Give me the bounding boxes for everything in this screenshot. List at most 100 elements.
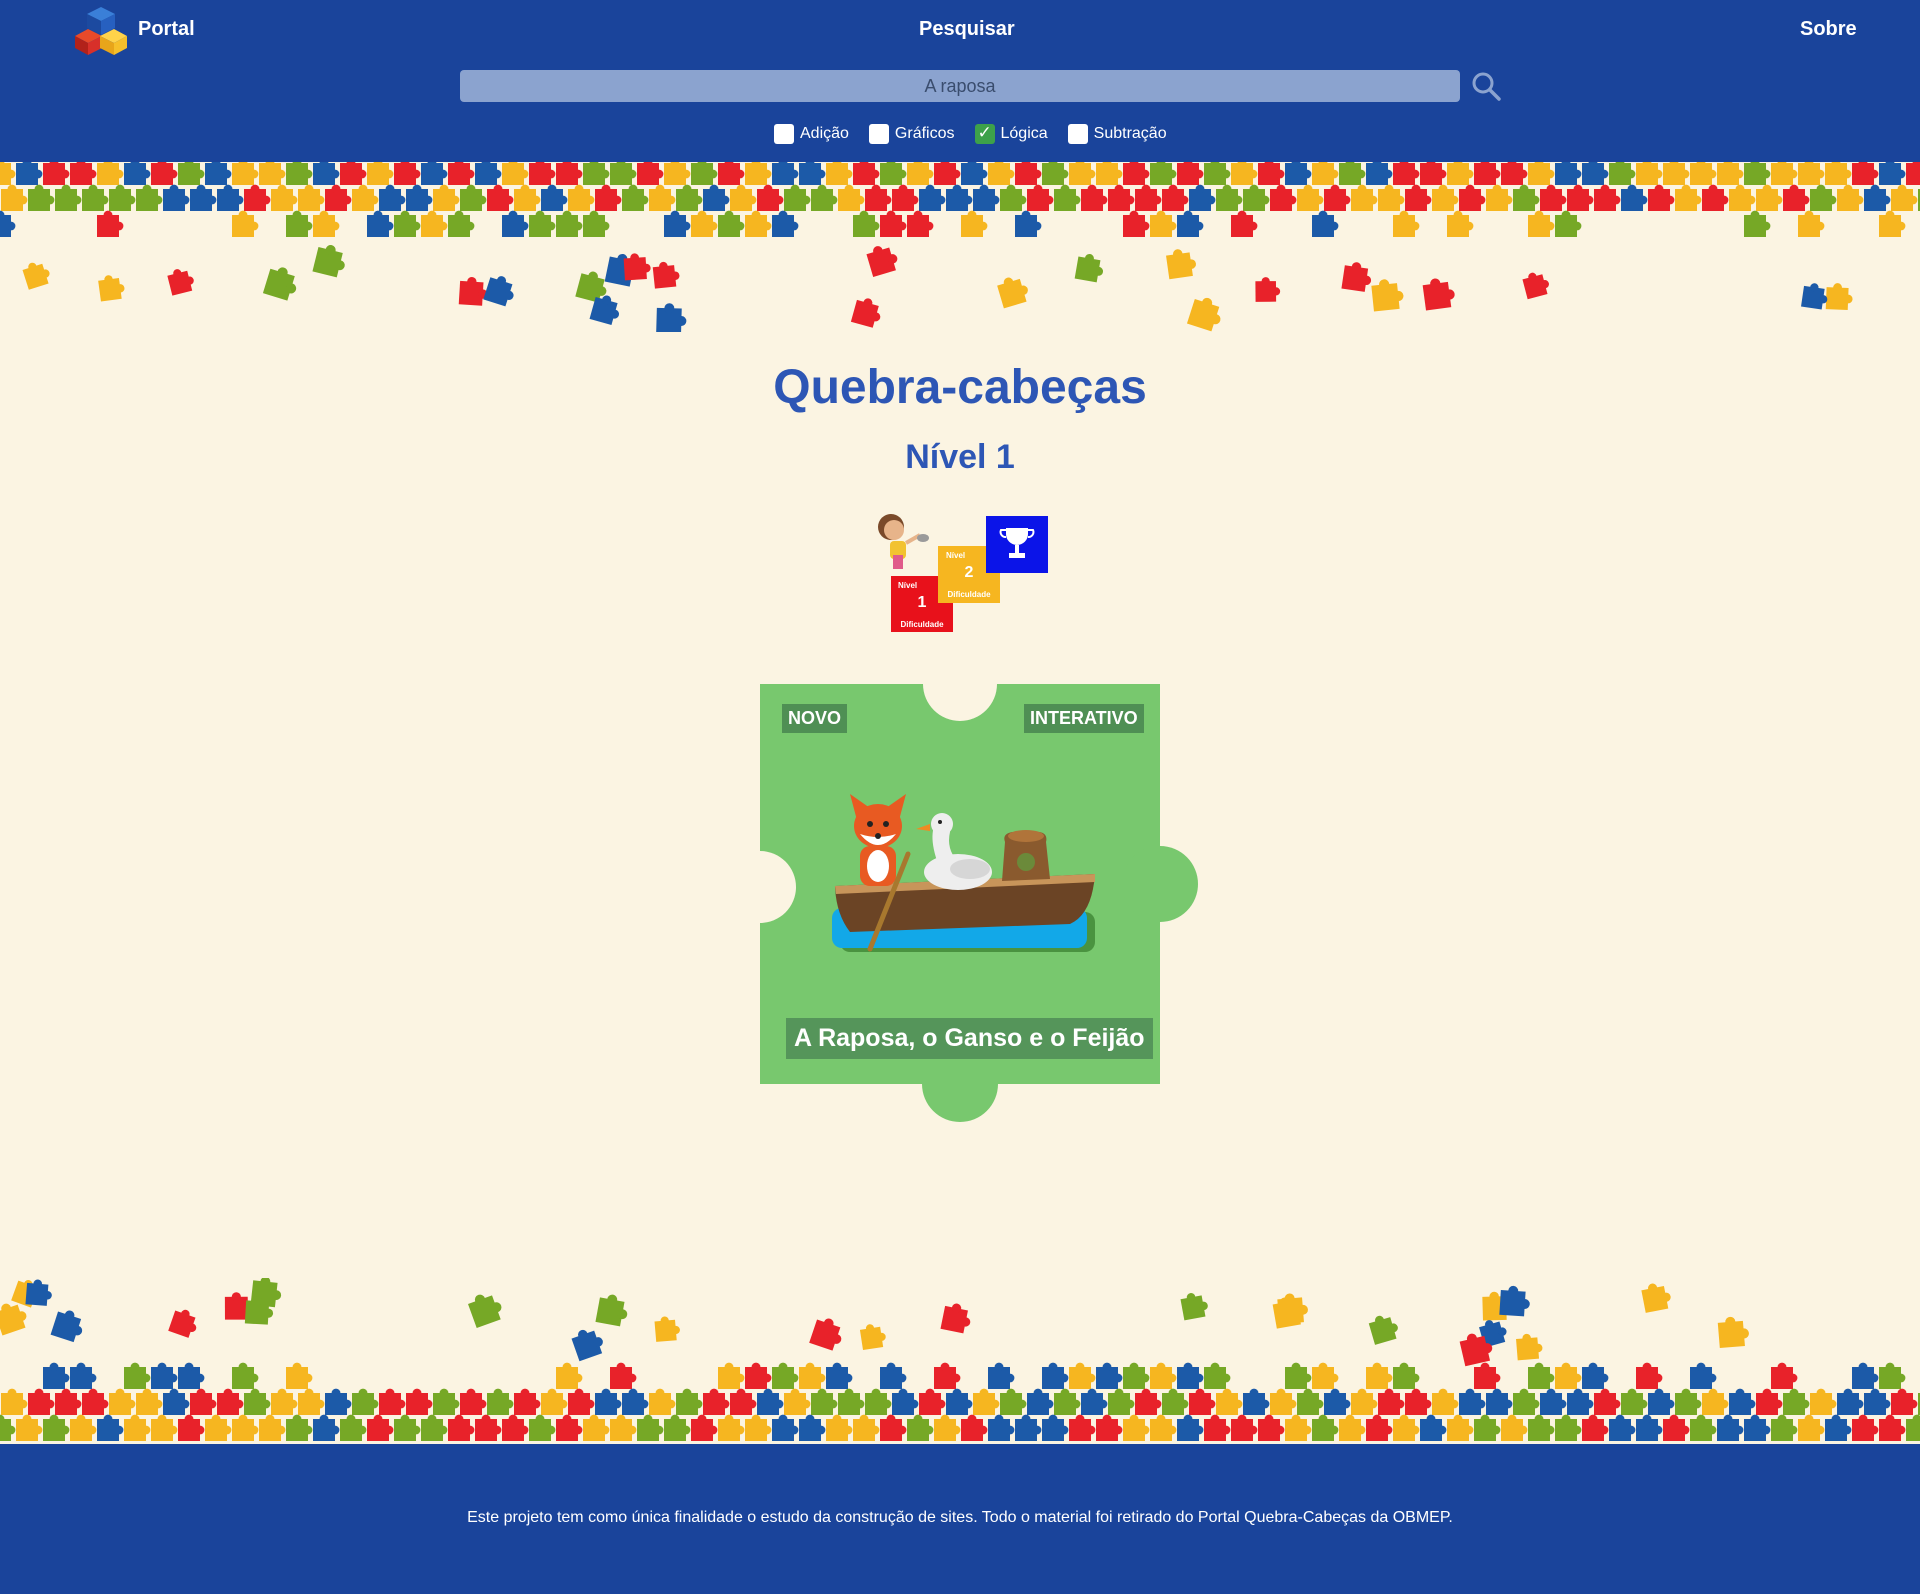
puzzle-piece-icon: [1150, 1414, 1177, 1441]
puzzle-piece-icon: [1648, 1388, 1675, 1415]
search-icon[interactable]: [1470, 70, 1502, 102]
puzzle-piece-icon: [541, 184, 568, 211]
puzzle-piece-icon: [1285, 1414, 1312, 1441]
puzzle-piece-icon: [136, 184, 163, 211]
puzzle-piece-icon: [1312, 1362, 1339, 1389]
puzzle-piece-icon: [379, 184, 406, 211]
puzzle-piece-icon: [1663, 162, 1690, 185]
puzzle-piece-icon: [1243, 184, 1270, 211]
puzzle-piece-icon: [0, 1414, 16, 1441]
portal-logo-icon[interactable]: [75, 5, 127, 55]
puzzle-piece-icon: [1393, 1362, 1420, 1389]
puzzle-piece-icon: [1368, 1315, 1398, 1345]
puzzle-piece-icon: [1486, 1388, 1513, 1415]
nav-search-link[interactable]: Pesquisar: [919, 18, 1015, 41]
puzzle-piece-icon: [244, 184, 271, 211]
nav-portal-link[interactable]: Portal: [138, 18, 195, 41]
puzzle-piece-icon: [1339, 1414, 1366, 1441]
puzzle-piece-icon: [1096, 1414, 1123, 1441]
nav-about-link[interactable]: Sobre: [1800, 18, 1857, 41]
puzzle-piece-icon: [583, 1414, 610, 1441]
step-label: Nível: [946, 551, 965, 560]
puzzle-piece-icon: [1675, 1388, 1702, 1415]
puzzle-piece-icon: [892, 1388, 919, 1415]
puzzle-piece-icon: [1123, 1362, 1150, 1389]
puzzle-piece-icon: [1771, 162, 1798, 185]
puzzle-piece-icon: [151, 162, 178, 185]
puzzle-piece-icon: [1906, 1414, 1920, 1441]
puzzle-piece-icon: [1540, 1388, 1567, 1415]
puzzle-piece-icon: [784, 1388, 811, 1415]
puzzle-piece-icon: [1312, 1414, 1339, 1441]
puzzle-piece-icon: [1123, 162, 1150, 185]
puzzle-piece-icon: [483, 276, 514, 307]
puzzle-piece-icon: [730, 184, 757, 211]
puzzle-piece-icon: [448, 210, 475, 237]
puzzle-piece-icon: [1270, 184, 1297, 211]
puzzle-piece-icon: [1501, 1414, 1528, 1441]
puzzle-piece-icon: [460, 184, 487, 211]
puzzle-piece-icon: [82, 1388, 109, 1415]
puzzle-piece-icon: [826, 1414, 853, 1441]
card-title: A Raposa, o Ganso e o Feijão: [786, 1018, 1153, 1059]
filter-adicao[interactable]: Adição: [774, 124, 849, 144]
puzzle-piece-icon: [1459, 184, 1486, 211]
puzzle-piece-icon: [637, 1414, 664, 1441]
puzzle-piece-icon: [1879, 162, 1906, 185]
puzzle-piece-icon: [312, 245, 345, 278]
search-input[interactable]: [460, 70, 1460, 102]
checkbox[interactable]: [1067, 124, 1088, 144]
puzzle-piece-icon: [286, 1414, 313, 1441]
filter-graficos[interactable]: Gráficos: [868, 124, 955, 144]
checkbox-checked[interactable]: [974, 123, 995, 144]
puzzle-piece-icon: [1341, 262, 1372, 292]
puzzle-piece-icon: [1555, 162, 1582, 185]
puzzle-piece-icon: [259, 1414, 286, 1441]
interactive-badge: INTERATIVO: [1024, 704, 1144, 733]
puzzle-piece-icon: [55, 1388, 82, 1415]
puzzle-piece-icon: [652, 261, 680, 289]
checkbox[interactable]: [774, 124, 794, 144]
puzzle-piece-icon: [1285, 162, 1312, 185]
puzzle-piece-icon: [1405, 1388, 1432, 1415]
footer: Este projeto tem como única finalidade o…: [0, 1444, 1920, 1594]
puzzle-piece-icon: [1393, 210, 1420, 237]
puzzle-piece-icon: [421, 162, 448, 185]
puzzle-piece-icon: [1729, 184, 1756, 211]
puzzle-piece-icon: [1231, 1414, 1258, 1441]
filter-logica[interactable]: Lógica: [974, 123, 1048, 144]
puzzle-piece-icon: [1015, 162, 1042, 185]
puzzle-piece-icon: [1864, 1388, 1891, 1415]
puzzle-piece-icon: [1729, 1388, 1756, 1415]
puzzle-piece-icon: [178, 162, 205, 185]
filter-subtracao[interactable]: Subtração: [1067, 124, 1167, 144]
puzzle-piece-icon: [1123, 1414, 1150, 1441]
puzzle-piece-icon: [286, 210, 313, 237]
puzzle-piece-icon: [556, 1362, 583, 1389]
boy-character-icon: [878, 514, 929, 569]
puzzle-piece-icon: [1351, 184, 1378, 211]
puzzle-piece-icon: [988, 1362, 1015, 1389]
puzzle-piece-icon: [745, 162, 772, 185]
puzzle-piece-icon: [622, 1388, 649, 1415]
puzzle-piece-icon: [664, 1414, 691, 1441]
puzzle-card[interactable]: NOVO INTERATIVO A Raposa, o Ganso e o Fe…: [724, 647, 1198, 1122]
puzzle-piece-icon: [1042, 1414, 1069, 1441]
puzzle-piece-icon: [907, 1414, 934, 1441]
puzzle-piece-icon: [406, 184, 433, 211]
puzzle-piece-icon: [610, 162, 637, 185]
puzzle-piece-icon: [163, 1388, 190, 1415]
puzzle-piece-icon: [167, 269, 194, 296]
puzzle-piece-icon: [1609, 1414, 1636, 1441]
puzzle-piece-icon: [1371, 279, 1404, 312]
puzzle-piece-icon: [1702, 184, 1729, 211]
puzzle-piece-icon: [1516, 1333, 1543, 1361]
puzzle-piece-icon: [244, 1388, 271, 1415]
puzzle-piece-icon: [97, 210, 124, 237]
puzzle-piece-icon: [772, 210, 799, 237]
checkbox[interactable]: [868, 124, 889, 144]
puzzle-piece-icon: [394, 1414, 421, 1441]
puzzle-pieces-decoration: [0, 1278, 1920, 1441]
puzzle-piece-icon: [1162, 184, 1189, 211]
puzzle-piece-icon: [1231, 162, 1258, 185]
